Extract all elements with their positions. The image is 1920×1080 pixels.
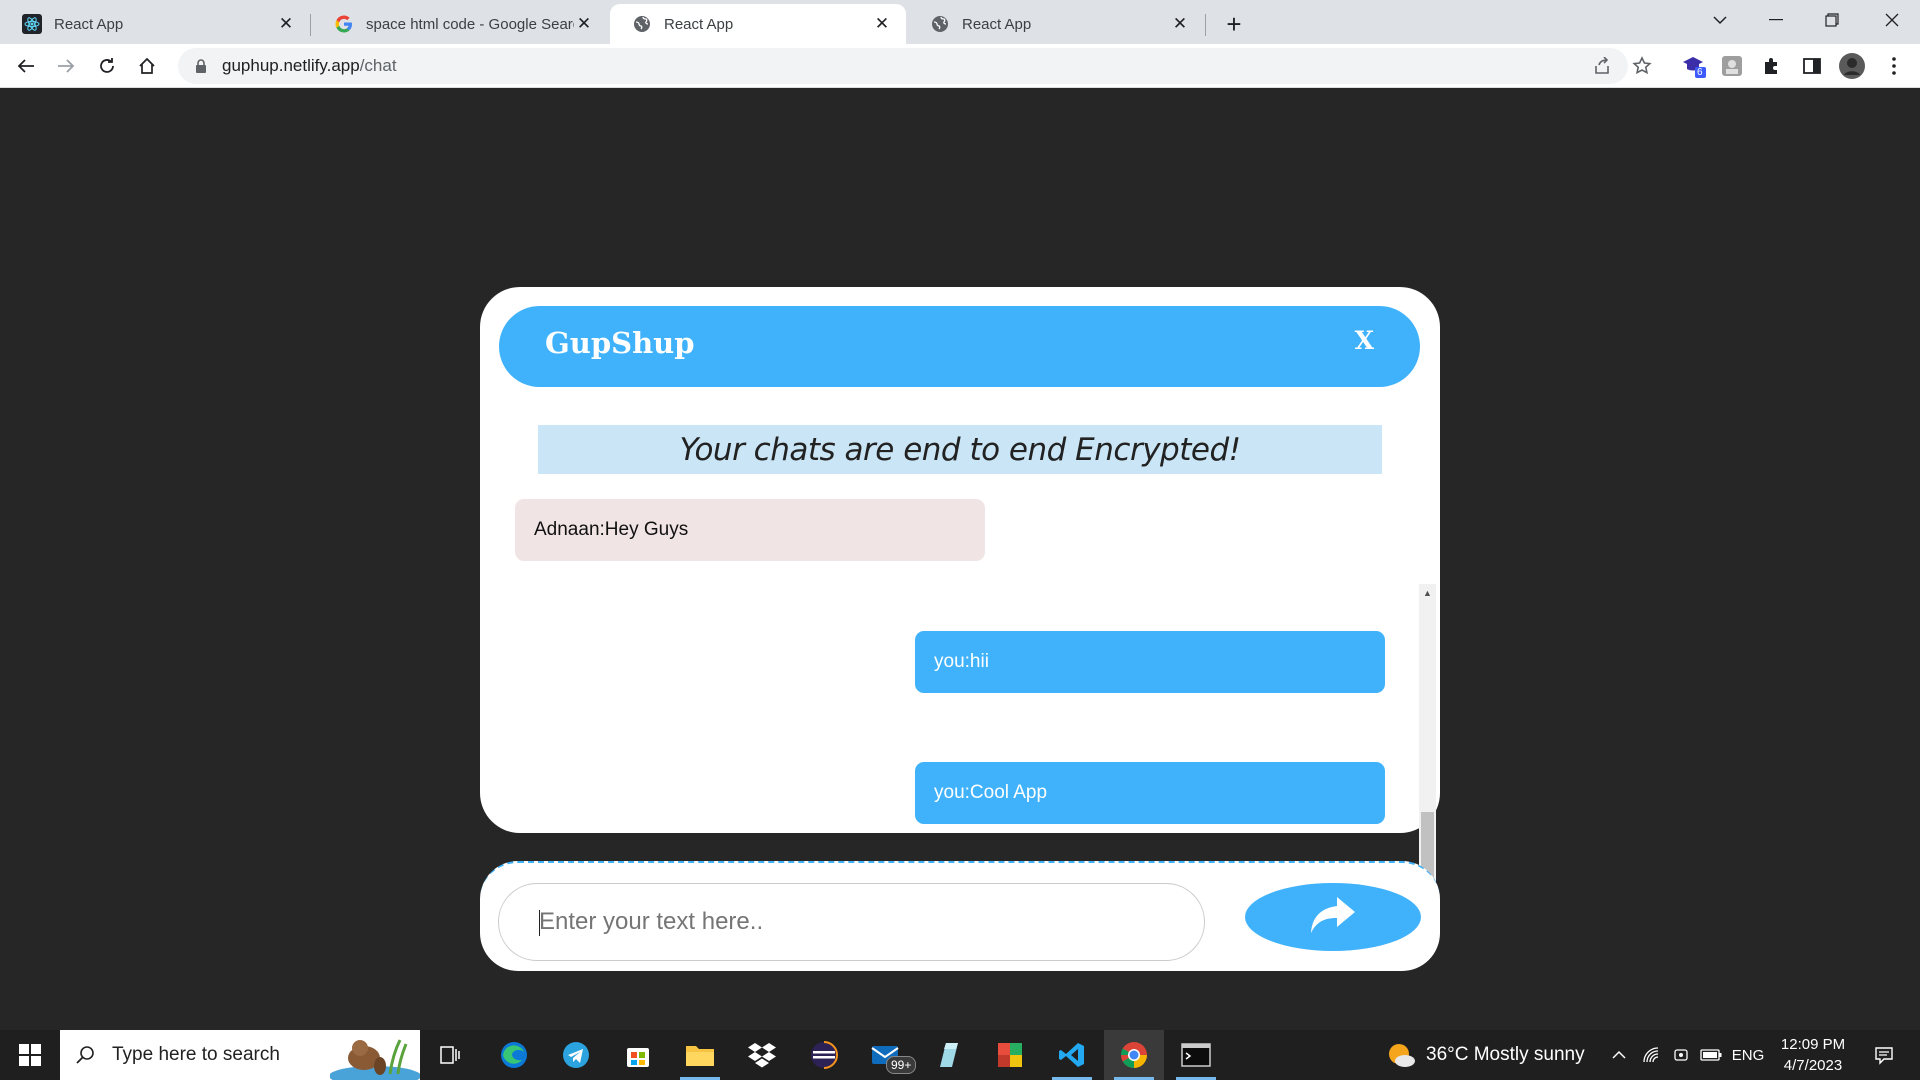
encryption-notice: Your chats are end to end Encrypted! [538,425,1382,474]
weather-widget[interactable]: 36°C Mostly sunny [1386,1030,1585,1080]
tab-title: space html code - Google Search [366,15,574,33]
message-input[interactable] [498,883,1205,961]
eclipse-ide-icon[interactable] [794,1030,854,1080]
text-caret [539,910,540,936]
microsoft-store-icon[interactable] [608,1030,668,1080]
task-view-icon[interactable] [420,1030,480,1080]
network-icon[interactable] [1636,1030,1666,1080]
composer [480,861,1440,971]
profile-avatar-icon[interactable] [1836,50,1868,82]
tray-overflow-chevron-icon[interactable] [1604,1030,1634,1080]
chrome-icon[interactable] [1104,1030,1164,1080]
minimize-icon[interactable] [1748,0,1804,40]
clock-date: 4/7/2023 [1783,1057,1843,1074]
forward-arrow-icon[interactable] [50,50,82,82]
address-bar[interactable]: guphup.netlify.app/chat [178,48,1628,84]
lock-icon[interactable] [192,57,210,75]
tab-title: React App [664,15,734,33]
taskbar-search[interactable]: Type here to search [60,1030,421,1080]
chat-window: GupShup X Your chats are end to end Encr… [480,287,1440,833]
tab-search-chevron-icon[interactable] [1692,0,1748,40]
mail-unread-badge: 99+ [886,1056,917,1074]
language-indicator[interactable]: ENG [1728,1030,1768,1080]
globe-icon [930,14,950,34]
app-brand-title: GupShup [545,326,695,360]
mail-icon[interactable]: 99+ [856,1030,917,1080]
office-apps-icon[interactable] [980,1030,1040,1080]
react-icon [22,14,42,34]
weather-text: 36°C Mostly sunny [1426,1044,1585,1065]
back-arrow-icon[interactable] [10,50,42,82]
search-placeholder: Type here to search [112,1044,280,1065]
tab-close-icon[interactable]: ✕ [574,14,594,34]
battery-icon[interactable] [1696,1030,1726,1080]
tab-divider [1205,14,1206,36]
telegram-icon[interactable] [546,1030,606,1080]
extension-academic-icon[interactable]: 6 [1678,50,1710,82]
share-icon[interactable] [1586,50,1618,82]
tab-google-search[interactable]: space html code - Google Search ✕ [312,4,608,44]
globe-icon [632,14,652,34]
send-button[interactable] [1245,883,1421,951]
system-clock[interactable]: 12:09 PM 4/7/2023 [1768,1034,1858,1076]
chrome-menu-icon[interactable] [1878,50,1910,82]
windows-start-icon[interactable] [0,1030,60,1080]
message-list[interactable]: Adnaan:Hey Guys you:hii you:Cool App [480,483,1425,833]
dropbox-icon[interactable] [732,1030,792,1080]
vscode-icon[interactable] [1042,1030,1102,1080]
google-icon [334,14,354,34]
tab-react-app-1[interactable]: React App ✕ [0,4,310,44]
extensions-puzzle-icon[interactable] [1756,50,1788,82]
file-explorer-icon[interactable] [670,1030,730,1080]
bookmark-star-icon[interactable] [1626,50,1658,82]
share-arrow-icon [1309,895,1357,940]
message-outgoing: you:hii [915,631,1385,693]
sun-cloud-icon [1386,1041,1416,1069]
close-chat-button[interactable]: X [1355,326,1374,355]
extension-photo-icon[interactable] [1716,50,1748,82]
new-tab-icon[interactable]: + [1218,8,1250,40]
notes-app-icon[interactable] [918,1030,978,1080]
tab-close-icon[interactable]: ✕ [276,14,296,34]
tab-divider [310,14,311,36]
message-outgoing: you:Cool App [915,762,1385,824]
reload-icon[interactable] [91,50,123,82]
tab-title: React App [962,15,1032,33]
side-panel-icon[interactable] [1796,50,1828,82]
clock-time: 12:09 PM [1780,1036,1846,1053]
restore-icon[interactable] [1804,0,1860,40]
url-path: /chat [359,56,397,75]
device-icon[interactable] [1666,1030,1696,1080]
tab-strip: React App ✕ space html code - Google Sea… [0,0,1920,44]
tab-close-icon[interactable]: ✕ [872,14,892,34]
home-icon[interactable] [131,50,163,82]
scroll-up-arrow-icon[interactable]: ▲ [1419,584,1436,601]
search-icon [76,1045,96,1065]
message-incoming: Adnaan:Hey Guys [515,499,985,561]
tab-react-app-active[interactable]: React App ✕ [610,4,906,44]
windows-taskbar: Type here to search 99+ 36°C Mostly sunn… [0,1030,1920,1080]
notifications-icon[interactable] [1864,1030,1904,1080]
tab-title: React App [54,15,124,33]
window-close-icon[interactable] [1864,0,1920,40]
url-host: guphup.netlify.app [222,56,360,75]
chat-header: GupShup X [499,306,1420,387]
extension-badge: 6 [1697,67,1703,78]
terminal-icon[interactable] [1166,1030,1226,1080]
tab-close-icon[interactable]: ✕ [1170,14,1190,34]
edge-browser-icon[interactable] [484,1030,544,1080]
browser-toolbar: guphup.netlify.app/chat 6 [0,44,1920,88]
search-highlight-illustration [329,1030,421,1080]
page-background: GupShup X Your chats are end to end Encr… [0,89,1920,1030]
tab-react-app-4[interactable]: React App ✕ [908,4,1204,44]
